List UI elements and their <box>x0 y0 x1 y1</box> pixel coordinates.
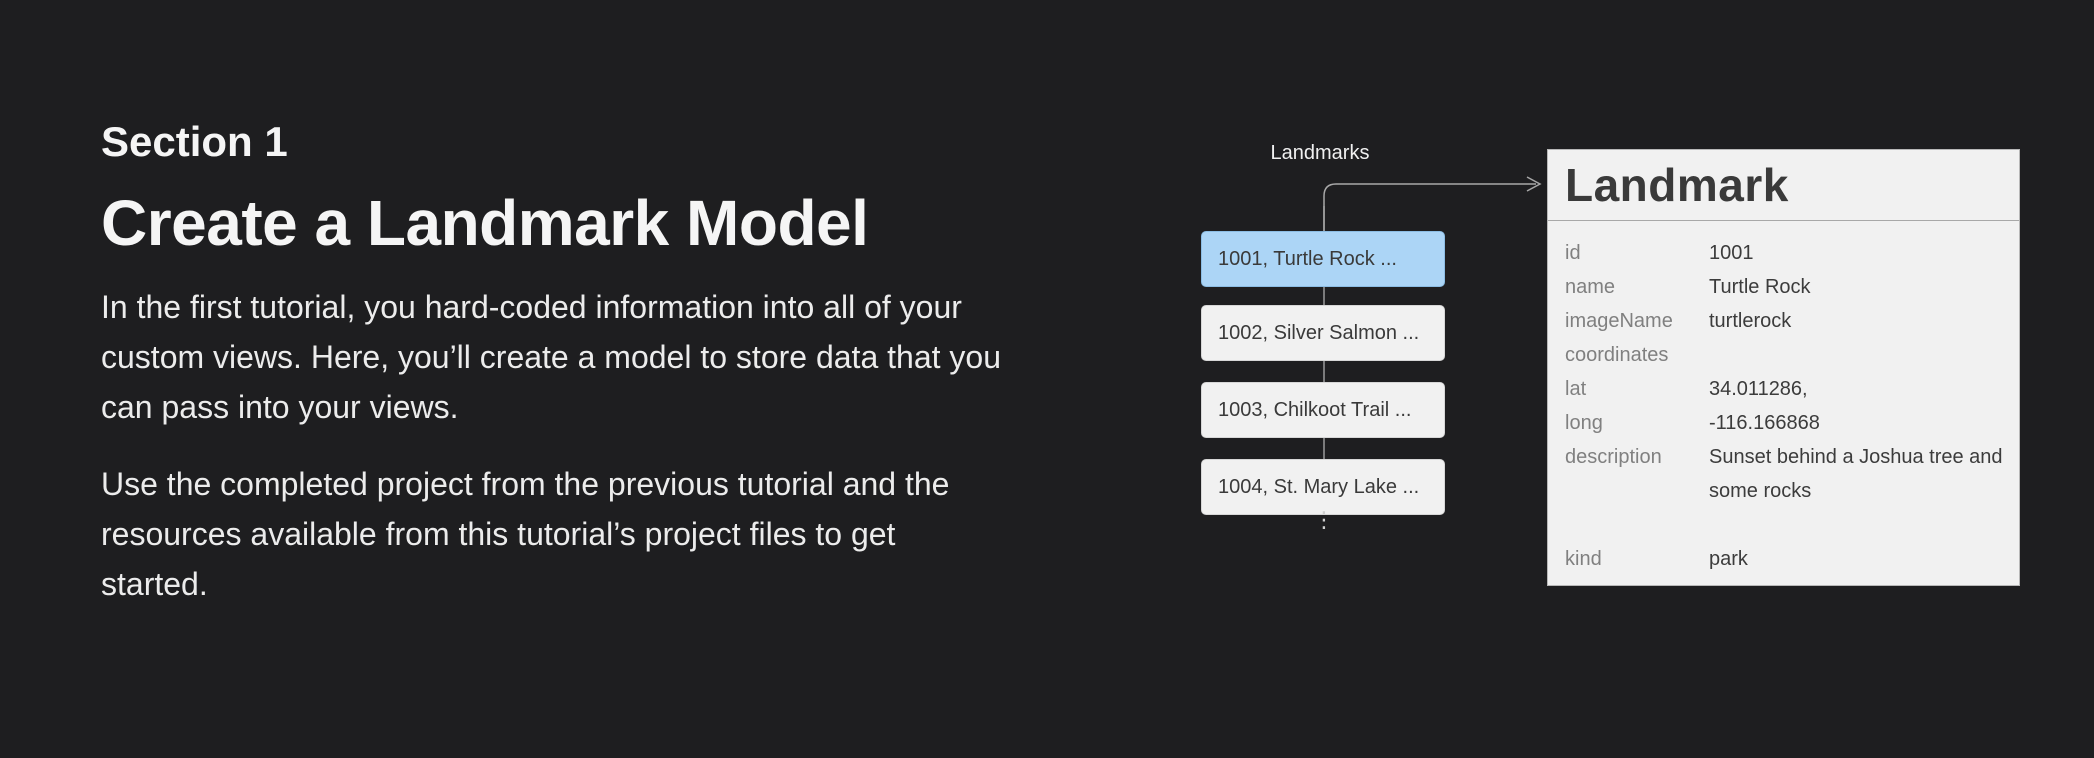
field-value: park <box>1709 548 1748 570</box>
arrow-head-icon <box>1526 176 1542 192</box>
landmark-card: Landmark id 1001 name Turtle Rock imageN… <box>1547 149 2020 586</box>
field-key: description <box>1565 446 1662 468</box>
field-row-kind: kind park <box>1565 542 2009 576</box>
field-row-id: id 1001 <box>1565 236 2009 270</box>
field-row-description: description Sunset behind a Joshua tree … <box>1565 440 2009 508</box>
field-key: lat <box>1565 378 1587 400</box>
field-key: coordinates <box>1565 344 1669 366</box>
field-value <box>1709 338 2009 372</box>
field-value: -116.166868 <box>1709 412 1820 434</box>
field-key: id <box>1565 242 1581 264</box>
field-key: kind <box>1565 548 1602 570</box>
list-item-1003: 1003, Chilkoot Trail ... <box>1201 382 1445 438</box>
arrow-line <box>1323 183 1536 231</box>
field-key: name <box>1565 276 1616 298</box>
card-title: Landmark <box>1548 150 2019 221</box>
list-item-1002: 1002, Silver Salmon ... <box>1201 305 1445 361</box>
list-item-1004: 1004, St. Mary Lake ... <box>1201 459 1445 515</box>
field-key: imageName <box>1565 310 1673 332</box>
instructions-paragraph: Use the completed project from the previ… <box>101 466 950 602</box>
section-intro: Section 1 Create a Landmark Model In the… <box>101 112 1001 609</box>
list-item-1001: 1001, Turtle Rock ... <box>1201 231 1445 287</box>
field-key: long <box>1565 412 1603 434</box>
field-value: Sunset behind a Joshua tree and some roc… <box>1709 446 2003 502</box>
field-row-long: long -116.166868 <box>1565 406 2009 440</box>
field-value: 1001 <box>1709 242 1754 264</box>
field-row-lat: lat 34.011286, <box>1565 372 2009 406</box>
list-label: Landmarks <box>1270 142 1370 164</box>
intro-paragraph: In the first tutorial, you hard-coded in… <box>101 289 1001 425</box>
field-value: turtlerock <box>1709 310 1792 332</box>
more-items-icon: ⋮ <box>1313 507 1335 532</box>
field-value: Turtle Rock <box>1709 276 1811 298</box>
section-label: Section 1 <box>101 118 288 165</box>
field-row-coordinates: coordinates <box>1565 338 2009 372</box>
field-row-name: name Turtle Rock <box>1565 270 2009 304</box>
page-title: Create a Landmark Model <box>101 187 869 259</box>
field-row-imagename: imageName turtlerock <box>1565 304 2009 338</box>
card-fields: id 1001 name Turtle Rock imageName turtl… <box>1565 236 2009 576</box>
field-value: 34.011286, <box>1709 378 1808 400</box>
